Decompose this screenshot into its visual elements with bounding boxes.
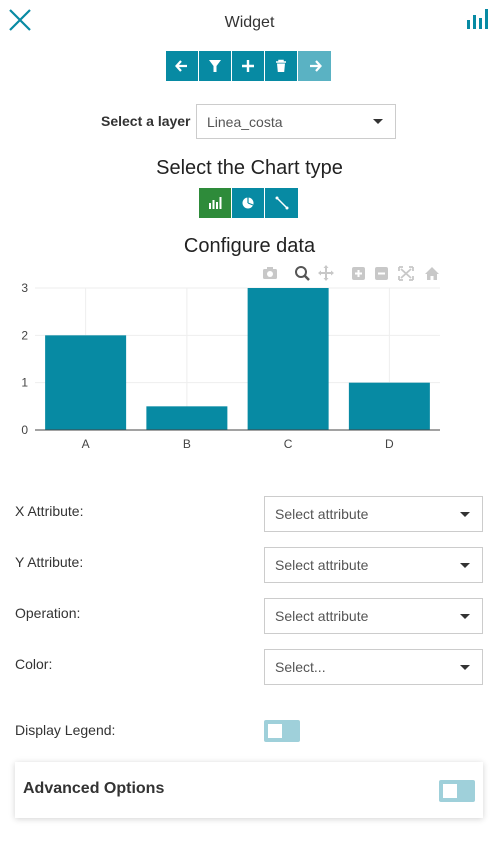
widget-toolbar	[166, 51, 331, 81]
chart-type-group	[199, 188, 298, 218]
delete-button[interactable]	[265, 51, 298, 81]
x-attribute-select[interactable]: Select attribute	[264, 496, 483, 532]
chevron-down-icon	[460, 664, 470, 670]
filter-icon	[209, 60, 221, 72]
advanced-options-label: Advanced Options	[23, 780, 165, 797]
bar	[146, 406, 228, 430]
plus-icon	[242, 60, 254, 72]
bar-chart-type-button[interactable]	[199, 188, 232, 218]
y-tick-label: 1	[21, 376, 28, 390]
toggle-knob	[268, 724, 282, 738]
zoom-in-icon[interactable]	[352, 267, 365, 280]
operation-placeholder: Select attribute	[275, 608, 369, 624]
next-button[interactable]	[298, 51, 331, 81]
configure-title: Configure data	[183, 235, 316, 257]
filter-button[interactable]	[199, 51, 232, 81]
autoscale-icon[interactable]	[398, 266, 414, 281]
pan-icon[interactable]	[318, 265, 334, 281]
home-icon[interactable]	[425, 267, 439, 280]
bar-chart-icon	[209, 197, 222, 209]
add-button[interactable]	[232, 51, 265, 81]
bar	[247, 288, 329, 430]
pie-chart-type-button[interactable]	[232, 188, 265, 218]
y-attribute-placeholder: Select attribute	[275, 557, 369, 573]
page-title: Widget	[224, 14, 275, 31]
layer-select[interactable]: Linea_costa	[196, 104, 396, 139]
y-attribute-label: Y Attribute:	[15, 554, 84, 570]
color-placeholder: Select...	[275, 659, 326, 675]
camera-icon[interactable]	[263, 267, 277, 279]
pie-chart-icon	[242, 197, 254, 209]
chart-type-title: Select the Chart type	[156, 157, 343, 179]
back-button[interactable]	[166, 51, 199, 81]
color-label: Color:	[15, 656, 53, 672]
layer-select-value: Linea_costa	[207, 113, 283, 130]
x-tick-label: B	[183, 437, 191, 451]
layer-label: Select a layer	[101, 113, 191, 129]
chevron-down-icon	[460, 511, 470, 517]
x-attribute-label: X Attribute:	[15, 503, 84, 519]
advanced-options-card: Advanced Options	[15, 762, 483, 818]
line-chart-icon	[275, 196, 288, 210]
x-attribute-placeholder: Select attribute	[275, 506, 369, 522]
chevron-down-icon	[460, 613, 470, 619]
display-legend-label: Display Legend:	[15, 722, 116, 738]
line-chart-type-button[interactable]	[265, 188, 298, 218]
y-tick-label: 0	[21, 423, 28, 437]
trash-icon	[276, 59, 286, 72]
chevron-down-icon	[373, 119, 383, 124]
y-tick-label: 3	[21, 281, 28, 295]
x-tick-label: C	[284, 437, 293, 451]
advanced-options-toggle[interactable]	[439, 780, 475, 802]
y-tick-label: 2	[21, 328, 28, 342]
x-tick-label: D	[385, 437, 394, 451]
zoom-icon[interactable]	[295, 266, 310, 281]
chevron-down-icon	[460, 562, 470, 568]
arrow-left-icon	[175, 60, 187, 72]
toggle-knob	[443, 784, 457, 798]
display-legend-toggle[interactable]	[264, 720, 300, 742]
bar	[348, 382, 430, 430]
operation-select[interactable]: Select attribute	[264, 598, 483, 634]
arrow-right-icon	[309, 60, 322, 72]
zoom-out-icon[interactable]	[375, 267, 388, 280]
operation-label: Operation:	[15, 605, 81, 621]
color-select[interactable]: Select...	[264, 649, 483, 685]
bar-chart: 0 1 2 3 A B C D	[21, 281, 440, 451]
x-tick-label: A	[82, 437, 90, 451]
bar	[45, 335, 127, 430]
bar-chart-icon[interactable]	[466, 7, 492, 31]
y-attribute-select[interactable]: Select attribute	[264, 547, 483, 583]
